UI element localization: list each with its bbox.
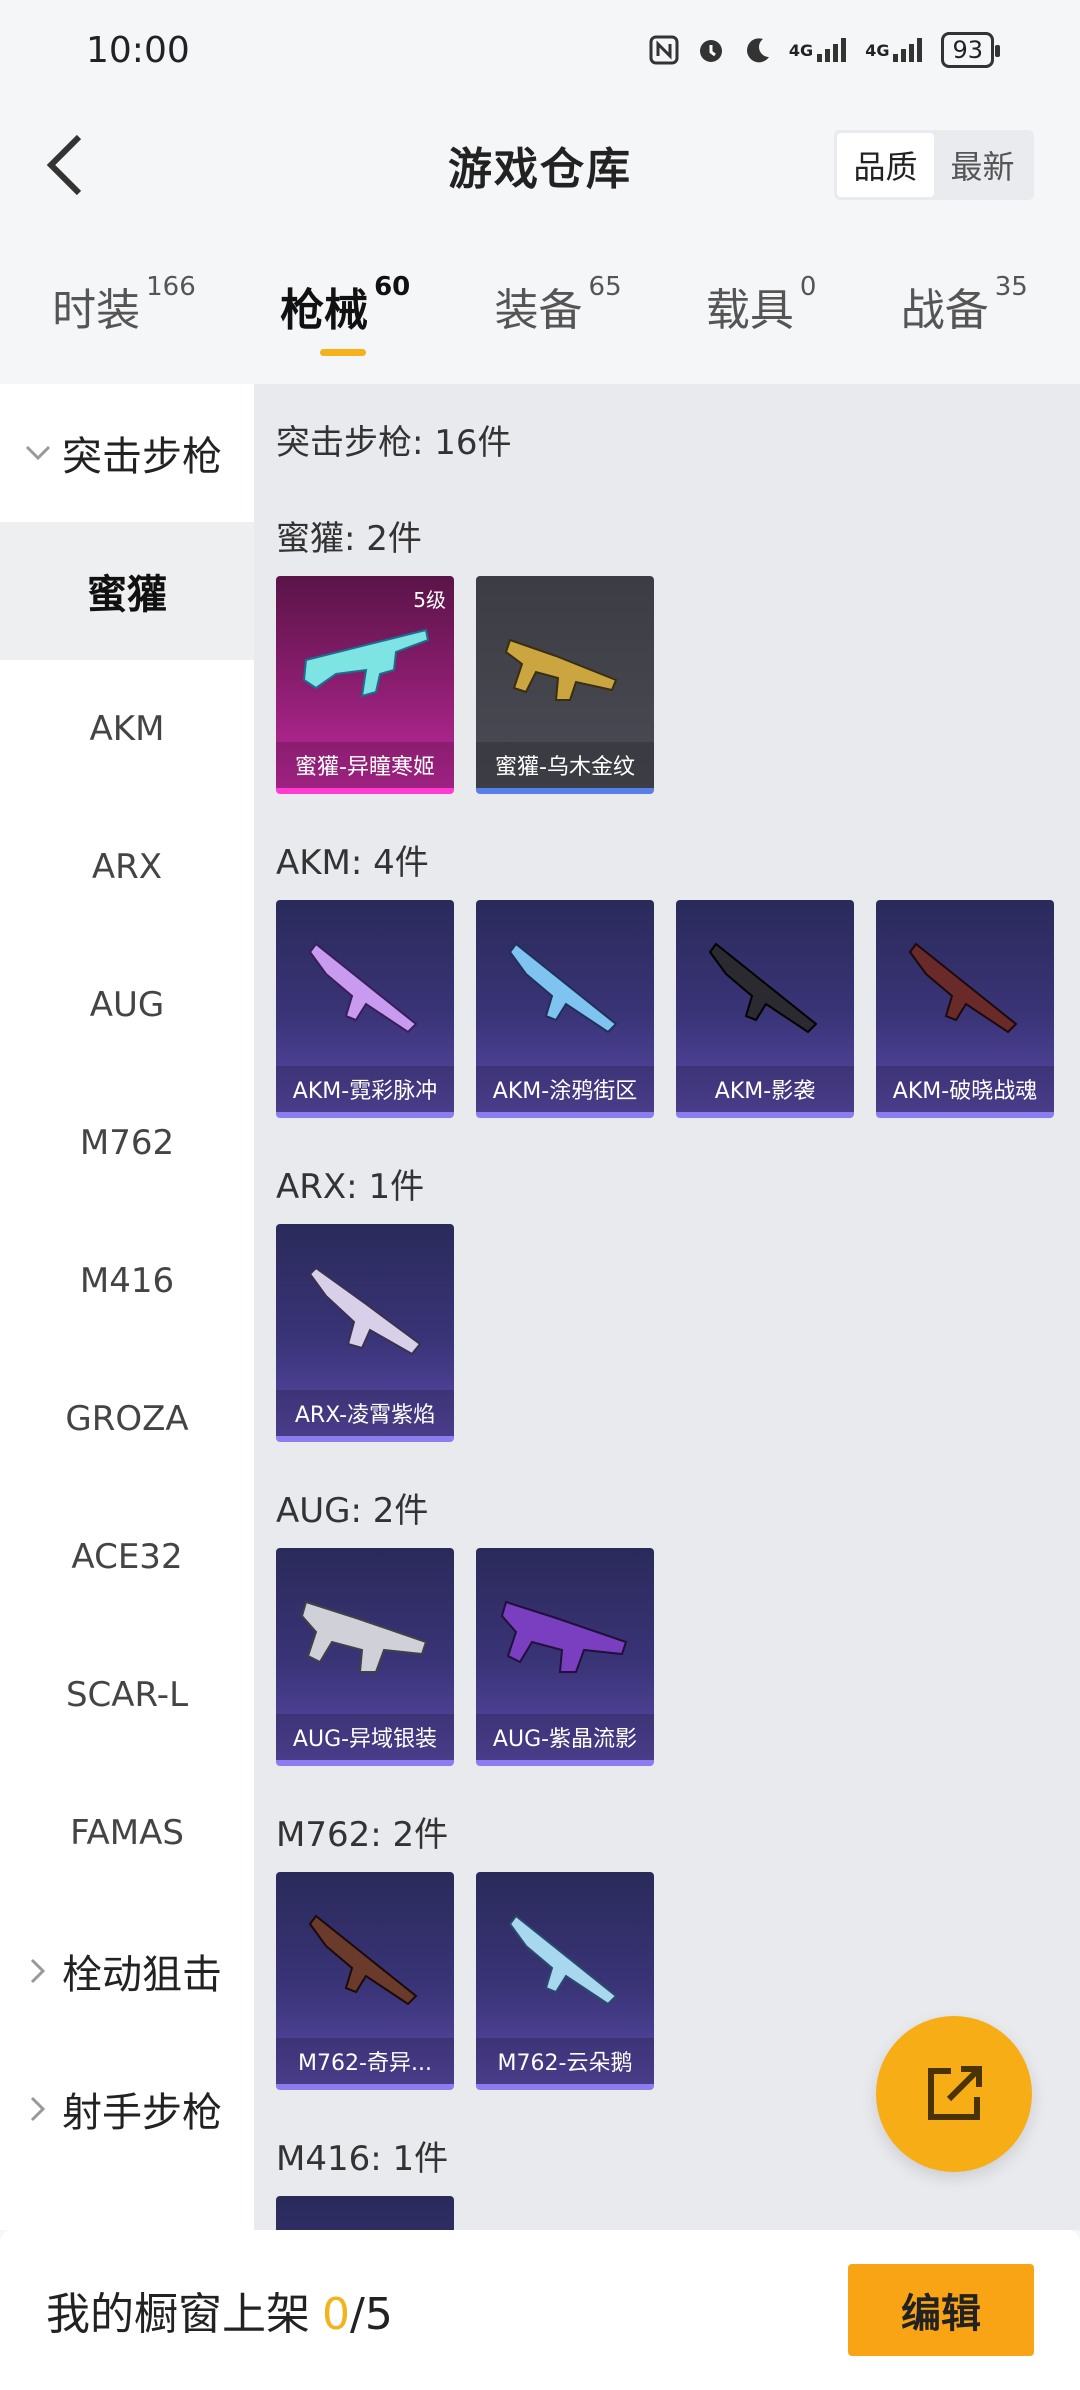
item-card[interactable]: AKM-影袭	[676, 900, 854, 1118]
sidebar-item-scar-l[interactable]: SCAR-L	[0, 1626, 254, 1764]
showcase-used-count: 0	[322, 2289, 350, 2340]
showcase-label: 我的橱窗上架	[46, 2289, 310, 2340]
tab-fashion[interactable]: 时装 166	[52, 272, 196, 356]
summary-title: 突击步枪: 16件	[276, 422, 512, 463]
rifle-icon	[708, 942, 818, 1034]
section-title: M762: 2件	[276, 1814, 449, 1855]
item-name: AUG-异域银装	[276, 1714, 454, 1760]
alarm-icon	[695, 34, 727, 66]
item-card[interactable]: AKM-霓彩脉冲	[276, 900, 454, 1118]
sidebar-item-honey-badger[interactable]: 蜜獾	[0, 522, 254, 660]
item-list: 突击步枪: 16件 蜜獾: 2件 5级 蜜獾-异瞳寒姬 蜜獾-乌木金纹 AKM:…	[254, 384, 1080, 2230]
rifle-icon	[308, 1266, 422, 1356]
item-name: AKM-霓彩脉冲	[276, 1066, 454, 1112]
item-name: M762-云朵鹅	[476, 2038, 654, 2084]
sidebar-item-famas[interactable]: FAMAS	[0, 1764, 254, 1902]
chevron-right-icon	[20, 2096, 56, 2122]
sidebar-group-assault-rifle[interactable]: 突击步枪	[0, 384, 254, 522]
item-card[interactable]: AUG-异域银装	[276, 1548, 454, 1766]
rifle-icon	[296, 2220, 436, 2230]
sidebar: 突击步枪 蜜獾 AKM ARX AUG M762 M416 GROZA ACE3…	[0, 384, 254, 2230]
rifle-icon	[508, 1914, 618, 2006]
rifle-icon	[908, 942, 1018, 1034]
sidebar-group-bolt-sniper[interactable]: 栓动狙击	[0, 1902, 254, 2040]
item-card[interactable]: M762-云朵鹅	[476, 1872, 654, 2090]
status-bar: 10:00 4G 4G 93	[0, 0, 1080, 100]
section-items: ARX-凌霄紫焰	[276, 1224, 1080, 1442]
item-card[interactable]: M762-奇异...	[276, 1872, 454, 2090]
share-icon	[928, 2066, 982, 2120]
category-tabs: 时装 166 枪械 60 装备 65 载具 0 战备 35	[0, 260, 1080, 370]
sidebar-item-akm[interactable]: AKM	[0, 660, 254, 798]
section-items: AUG-异域银装 AUG-紫晶流影	[276, 1548, 1080, 1766]
rifle-icon	[500, 1600, 628, 1673]
tab-guns[interactable]: 枪械 60	[280, 272, 410, 356]
tab-supplies[interactable]: 战备 35	[901, 272, 1028, 356]
section-items: AKM-霓彩脉冲 AKM-涂鸦街区 AKM-影袭 AKM-破晓战魂	[276, 900, 1080, 1118]
sidebar-item-arx[interactable]: ARX	[0, 798, 254, 936]
status-icons: 4G 4G 93	[649, 32, 1000, 68]
header: 游戏仓库 品质 最新	[0, 100, 1080, 230]
sidebar-group-marksman-rifle[interactable]: 射手步枪	[0, 2040, 254, 2178]
sort-toggle: 品质 最新	[834, 130, 1034, 200]
item-name: M762-奇异...	[276, 2038, 454, 2084]
item-name: ARX-凌霄紫焰	[276, 1390, 454, 1436]
rifle-icon	[300, 1600, 428, 1673]
moon-icon	[743, 35, 773, 65]
item-name: AKM-影袭	[676, 1066, 854, 1112]
item-card[interactable]: 5级 蜜獾-异瞳寒姬	[276, 576, 454, 794]
edit-button[interactable]: 编辑	[848, 2264, 1034, 2356]
showcase-status: 我的橱窗上架 0 /5	[46, 2278, 393, 2342]
battery-indicator: 93	[941, 32, 1000, 68]
sidebar-item-m416[interactable]: M416	[0, 1212, 254, 1350]
tab-equipment[interactable]: 装备 65	[495, 272, 622, 356]
rifle-icon	[504, 638, 618, 701]
bottom-bar: 我的橱窗上架 0 /5 编辑	[0, 2230, 1080, 2390]
item-name: AKM-涂鸦街区	[476, 1066, 654, 1112]
sidebar-item-groza[interactable]: GROZA	[0, 1350, 254, 1488]
back-button[interactable]	[30, 130, 100, 200]
signal-icon-1: 4G	[789, 36, 849, 64]
page-title: 游戏仓库	[448, 144, 632, 195]
section-title: 蜜獾: 2件	[276, 518, 422, 559]
rifle-icon	[308, 942, 418, 1034]
nfc-icon	[649, 35, 679, 65]
item-card[interactable]: ARX-凌霄紫焰	[276, 1224, 454, 1442]
rifle-icon	[308, 1914, 418, 2006]
chevron-down-icon	[20, 445, 56, 461]
item-card[interactable]	[276, 2196, 454, 2230]
sort-latest-button[interactable]: 最新	[934, 133, 1031, 197]
chevron-right-icon	[20, 1958, 56, 1984]
section-items	[276, 2196, 1080, 2230]
item-card[interactable]: AKM-破晓战魂	[876, 900, 1054, 1118]
item-name: 蜜獾-异瞳寒姬	[276, 742, 454, 788]
item-card[interactable]: 蜜獾-乌木金纹	[476, 576, 654, 794]
item-name: AUG-紫晶流影	[476, 1714, 654, 1760]
sidebar-item-aug[interactable]: AUG	[0, 936, 254, 1074]
item-name: AKM-破晓战魂	[876, 1066, 1054, 1112]
sort-quality-button[interactable]: 品质	[837, 133, 934, 197]
section-title: ARX: 1件	[276, 1166, 425, 1207]
level-badge: 5级	[413, 588, 446, 612]
section-title: AKM: 4件	[276, 842, 429, 883]
item-card[interactable]: AKM-涂鸦街区	[476, 900, 654, 1118]
item-name: 蜜獾-乌木金纹	[476, 742, 654, 788]
rifle-icon	[508, 942, 618, 1034]
tab-vehicles[interactable]: 载具 0	[706, 272, 817, 356]
status-time: 10:00	[86, 29, 190, 71]
section-title: AUG: 2件	[276, 1490, 429, 1531]
chevron-left-icon	[46, 134, 82, 196]
sidebar-item-ace32[interactable]: ACE32	[0, 1488, 254, 1626]
signal-icon-2: 4G	[865, 36, 925, 64]
item-card[interactable]: AUG-紫晶流影	[476, 1548, 654, 1766]
section-items: 5级 蜜獾-异瞳寒姬 蜜獾-乌木金纹	[276, 576, 1080, 794]
rifle-icon	[302, 628, 430, 698]
share-button[interactable]	[876, 2016, 1032, 2172]
sidebar-item-m762[interactable]: M762	[0, 1074, 254, 1212]
showcase-total: /5	[350, 2289, 393, 2340]
